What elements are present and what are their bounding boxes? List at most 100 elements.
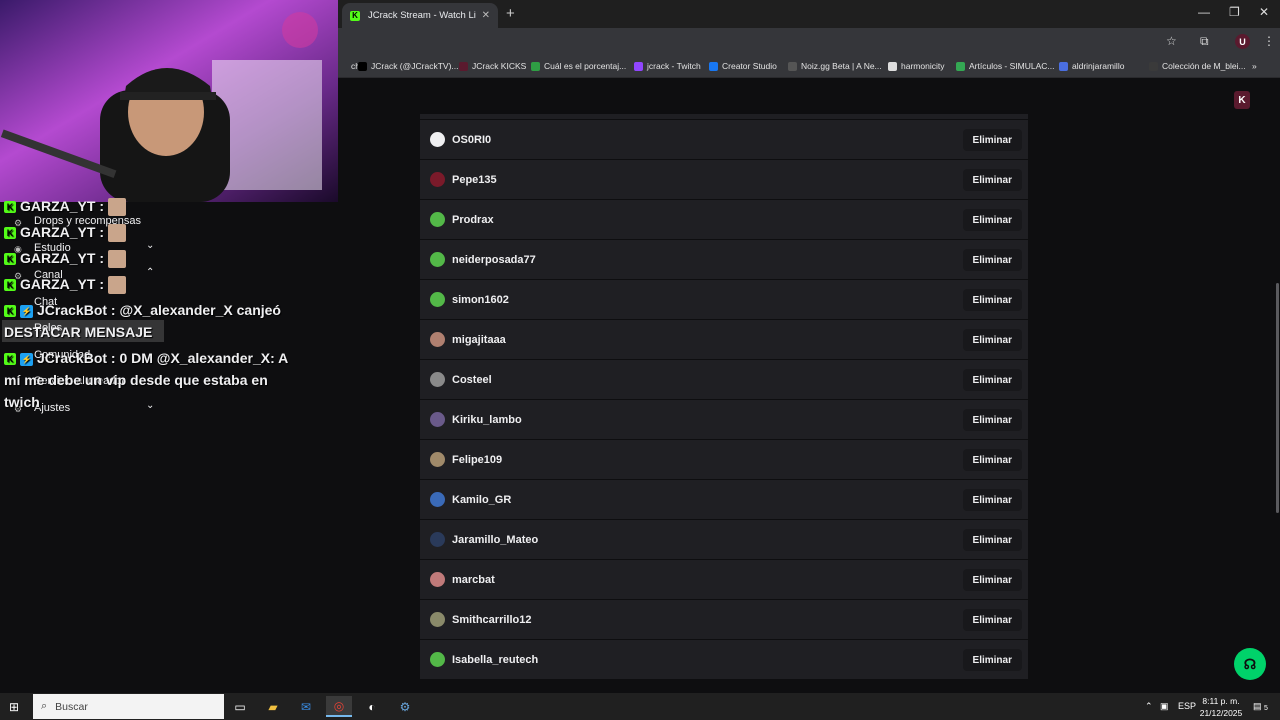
remove-button[interactable]: Eliminar	[962, 209, 1022, 231]
restore-icon[interactable]: ❐	[1229, 5, 1240, 19]
bookmark-favicon-icon	[459, 61, 468, 71]
chevron-icon[interactable]: ⌄	[146, 240, 154, 251]
bot-badge-icon: ⚡	[20, 352, 33, 366]
browser-tab-active[interactable]: K JCrack Stream - Watch Live on Kick ✕	[342, 3, 498, 28]
steam-icon[interactable]: ⚙	[392, 696, 418, 717]
remove-button[interactable]: Eliminar	[962, 329, 1022, 351]
kick-badge-icon: K	[4, 279, 16, 292]
page-content: K OS0RI0 Eliminar Pepe135 Eliminar Prodrax El…	[338, 79, 1280, 693]
username: Kamilo_GR	[452, 493, 512, 506]
emote-icon	[108, 224, 127, 243]
page-scrollbar[interactable]	[1276, 283, 1279, 513]
username: Pepe135	[452, 173, 497, 186]
bookmark-item[interactable]: Cuál es el porcentaj...	[531, 61, 626, 71]
avatar	[430, 532, 445, 547]
notifications-icon[interactable]: ▤	[1253, 701, 1262, 712]
minimize-icon[interactable]: —	[1198, 5, 1210, 19]
file-explorer-icon[interactable]: ▰	[260, 696, 286, 717]
network-icon[interactable]: ▣	[1160, 701, 1169, 712]
bookmarks-overflow-icon[interactable]: »	[1252, 61, 1257, 71]
chevron-icon[interactable]: ⌄	[146, 400, 154, 411]
bookmark-item[interactable]: Noiz.gg Beta | A Ne...	[788, 61, 882, 71]
avatar	[430, 252, 445, 267]
taskbar-clock[interactable]: 8:11 p. m. 21/12/2025	[1196, 695, 1246, 719]
menu-kebab-icon[interactable]: ⋮	[1263, 34, 1275, 48]
help-button[interactable]: ☊	[1234, 648, 1266, 680]
taskbar-search[interactable]: ⌕ Buscar	[33, 694, 224, 719]
search-icon: ⌕	[41, 700, 48, 712]
remove-button[interactable]: Eliminar	[962, 609, 1022, 631]
username: migajitaaa	[452, 333, 506, 346]
remove-button[interactable]: Eliminar	[962, 289, 1022, 311]
emote-icon	[108, 250, 127, 269]
username: Isabella_reutech	[452, 653, 539, 666]
bookmark-favicon-icon	[358, 61, 367, 71]
new-tab-button[interactable]: +	[506, 5, 515, 22]
profile-avatar[interactable]: U	[1235, 34, 1250, 49]
remove-button[interactable]: Eliminar	[962, 649, 1022, 671]
bookmark-item[interactable]: Colección de M_blei...	[1149, 61, 1246, 71]
user-row: migajitaaa Eliminar	[420, 320, 1028, 360]
bookmark-item[interactable]: harmonicity	[888, 61, 944, 71]
user-row: Isabella_reutech Eliminar	[420, 640, 1028, 680]
user-row: Jaramillo_Mateo Eliminar	[420, 520, 1028, 560]
chat-message: K GARZA_YT :	[4, 250, 127, 269]
avatar	[430, 412, 445, 427]
kick-logo[interactable]: K	[1234, 91, 1250, 109]
chat-message: K ⚡ JCrackBot : 0 DM @X_alexander_X: A	[4, 350, 288, 366]
task-view-icon[interactable]: ▭	[227, 696, 253, 717]
avatar	[430, 292, 445, 307]
remove-button[interactable]: Eliminar	[962, 409, 1022, 431]
kick-favicon-icon: K	[350, 10, 360, 21]
avatar	[430, 212, 445, 227]
remove-button[interactable]: Eliminar	[962, 489, 1022, 511]
chat-message: K GARZA_YT :	[4, 198, 127, 217]
extensions-icon[interactable]: ⧉	[1200, 34, 1209, 49]
chevron-icon[interactable]: ⌃	[146, 267, 154, 278]
bookmark-item[interactable]: aldrinjaramillo	[1059, 61, 1124, 71]
close-icon[interactable]: ✕	[482, 10, 490, 21]
remove-button[interactable]: Eliminar	[962, 569, 1022, 591]
chat-message: K GARZA_YT :	[4, 224, 127, 243]
language-indicator[interactable]: ESP	[1178, 701, 1196, 711]
bot-badge-icon: ⚡	[20, 304, 33, 318]
bookmark-item[interactable]: Artículos - SIMULAC...	[956, 61, 1055, 71]
bookmark-item[interactable]: JCrack KICKS	[459, 61, 526, 71]
username: OS0RI0	[452, 133, 492, 146]
user-row: marcbat Eliminar	[420, 560, 1028, 600]
remove-button[interactable]: Eliminar	[962, 529, 1022, 551]
chrome-icon[interactable]: ◎	[326, 696, 352, 717]
bookmark-item[interactable]: ch	[338, 61, 360, 71]
obs-icon[interactable]: ◐	[359, 696, 385, 717]
bookmark-item[interactable]: jcrack - Twitch	[634, 61, 701, 71]
vip-user-list: OS0RI0 Eliminar Pepe135 Eliminar Prodrax Elim…	[420, 120, 1028, 680]
close-window-icon[interactable]: ✕	[1259, 5, 1269, 19]
emote-icon	[108, 198, 127, 217]
bookmark-favicon-icon	[634, 61, 643, 71]
outlook-icon[interactable]: ✉	[293, 696, 319, 717]
username: neiderposada77	[452, 253, 536, 266]
user-row: simon1602 Eliminar	[420, 280, 1028, 320]
remove-button[interactable]: Eliminar	[962, 169, 1022, 191]
bookmark-item[interactable]: Creator Studio	[709, 61, 777, 71]
avatar	[430, 652, 445, 667]
avatar	[430, 452, 445, 467]
tray-chevron-icon[interactable]: ⌃	[1145, 701, 1153, 712]
remove-button[interactable]: Eliminar	[962, 249, 1022, 271]
bookmark-favicon-icon	[338, 61, 347, 71]
remove-button[interactable]: Eliminar	[962, 369, 1022, 391]
avatar	[430, 172, 445, 187]
bookmarks-bar: ch JCrack (@JCrackTV)... JCrack KICKS Cuál …	[338, 55, 1280, 78]
username: Prodrax	[452, 213, 494, 226]
remove-button[interactable]: Eliminar	[962, 129, 1022, 151]
webcam-overlay	[0, 0, 338, 202]
bookmark-item[interactable]: JCrack (@JCrackTV)...	[358, 61, 459, 71]
bookmark-star-icon[interactable]: ☆	[1166, 34, 1177, 48]
remove-button[interactable]: Eliminar	[962, 449, 1022, 471]
chat-message: K GARZA_YT :	[4, 276, 127, 295]
kick-badge-icon: K	[4, 227, 16, 240]
username: Jaramillo_Mateo	[452, 533, 539, 546]
user-row: neiderposada77 Eliminar	[420, 240, 1028, 280]
avatar	[430, 332, 445, 347]
windows-start-icon[interactable]: ⊞	[9, 700, 22, 714]
